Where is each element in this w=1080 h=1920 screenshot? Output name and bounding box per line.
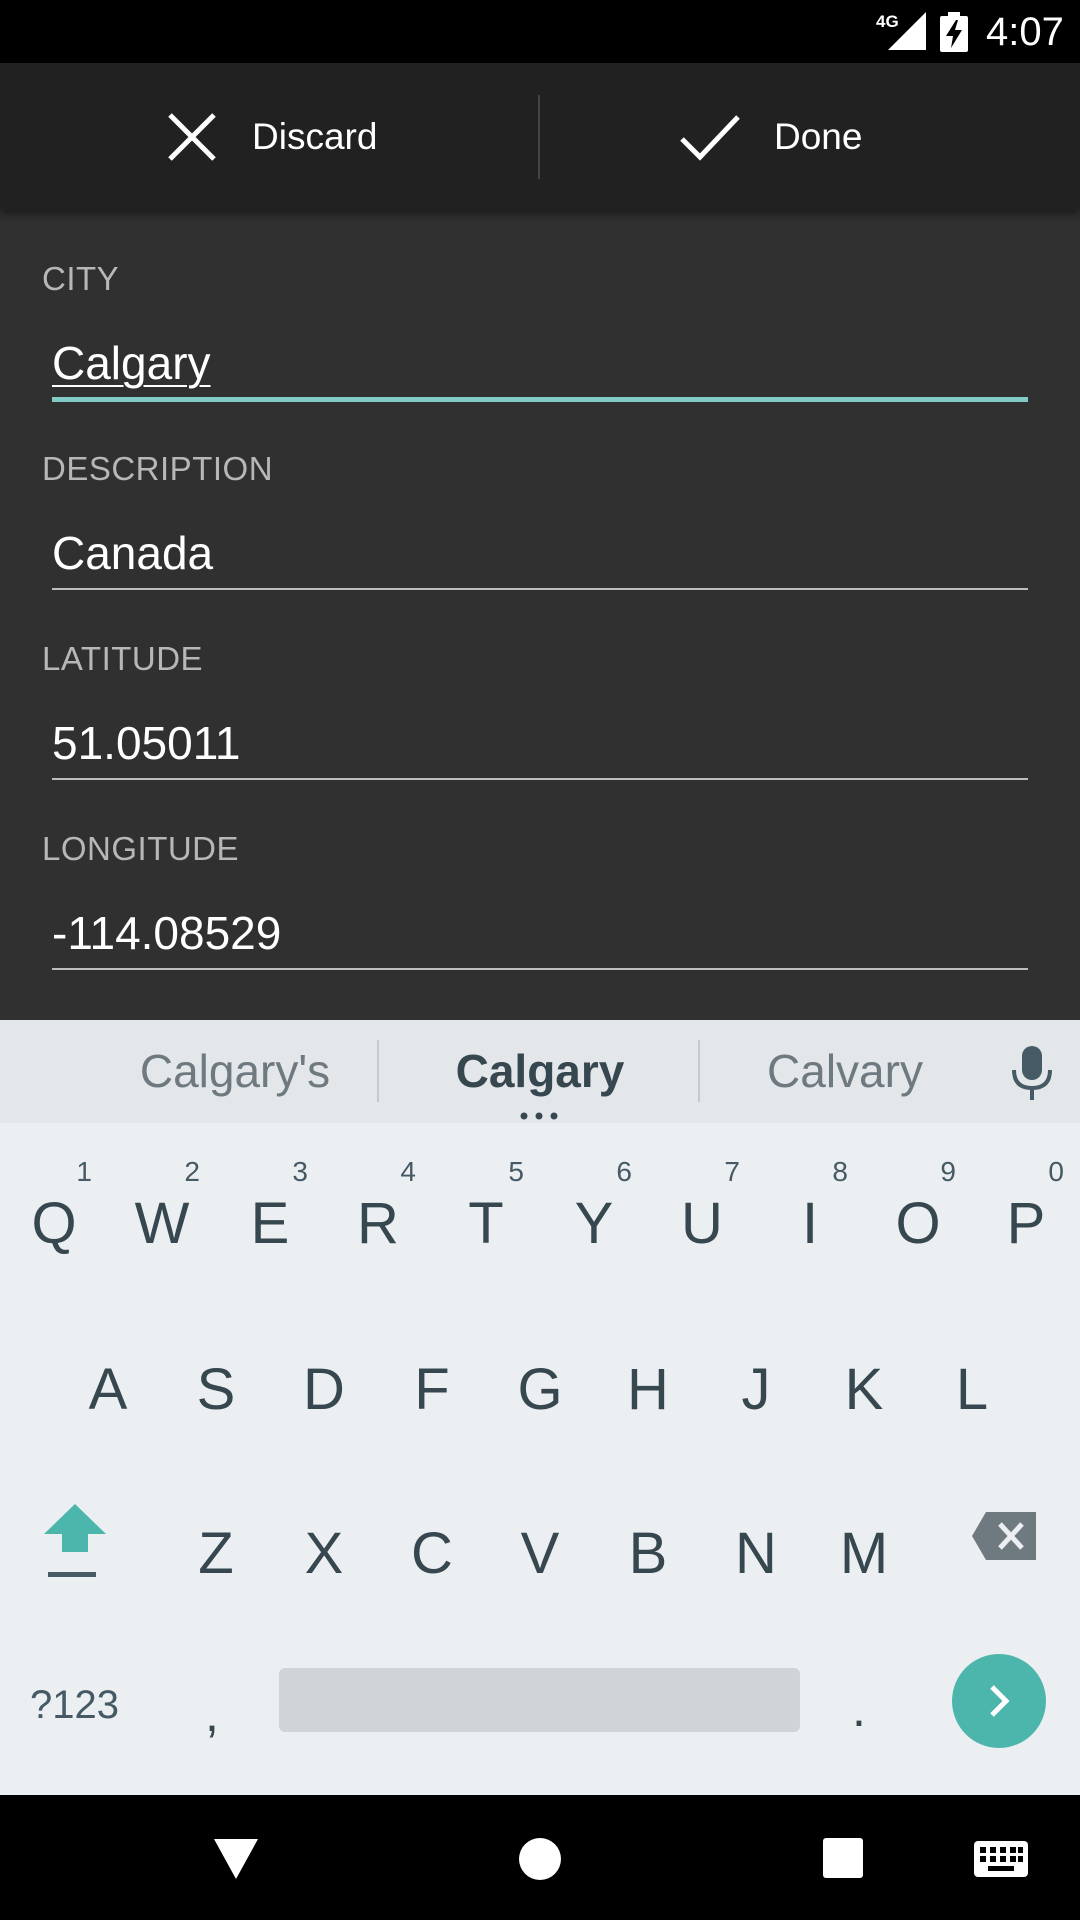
done-button[interactable]: Done	[678, 63, 862, 210]
key-letter: I	[801, 1191, 819, 1256]
description-input-underline	[52, 588, 1028, 590]
key-letter: W	[134, 1191, 190, 1256]
key-letter: P	[1006, 1191, 1046, 1256]
key-x[interactable]: X	[270, 1494, 378, 1614]
battery-charging-icon	[940, 12, 968, 52]
key-letter: Q	[31, 1191, 77, 1256]
key-n[interactable]: N	[702, 1494, 810, 1614]
discard-label: Discard	[252, 115, 378, 157]
close-icon	[168, 112, 216, 161]
go-button[interactable]	[952, 1654, 1046, 1748]
latitude-input-underline	[52, 778, 1028, 780]
key-number-hint: 8	[832, 1156, 848, 1187]
description-label: DESCRIPTION	[42, 450, 274, 487]
soft-keyboard: Calgary's Calgary Calvary Q1W2E3R4T5Y6U7…	[0, 1020, 1080, 1795]
key-m[interactable]: M	[810, 1494, 918, 1614]
key-f[interactable]: F	[378, 1330, 486, 1450]
key-u[interactable]: U7	[648, 1156, 756, 1284]
key-y[interactable]: Y6	[540, 1156, 648, 1284]
key-number-hint: 0	[1048, 1156, 1064, 1187]
key-letter: E	[250, 1191, 290, 1256]
back-triangle-icon[interactable]	[214, 1839, 258, 1879]
key-letter: R	[357, 1191, 399, 1256]
latitude-label: LATITUDE	[42, 640, 204, 677]
navigation-bar	[0, 1795, 1080, 1920]
action-divider	[538, 95, 540, 179]
longitude-input-underline	[52, 968, 1028, 970]
key-h[interactable]: H	[594, 1330, 702, 1450]
recents-square-icon[interactable]	[823, 1838, 863, 1878]
key-w[interactable]: W2	[108, 1156, 216, 1284]
status-bar: 4G 4:07	[0, 0, 1080, 63]
key-c[interactable]: C	[378, 1494, 486, 1614]
city-label: CITY	[42, 260, 120, 297]
longitude-input[interactable]: -114.08529	[52, 906, 281, 960]
key-number-hint: 4	[400, 1156, 416, 1187]
discard-button[interactable]: Discard	[164, 63, 377, 210]
more-suggestions-icon	[520, 1112, 558, 1120]
longitude-label: LONGITUDE	[42, 830, 240, 867]
suggestion-left[interactable]: Calgary's	[120, 1020, 350, 1123]
backspace-icon[interactable]	[972, 1512, 1036, 1560]
key-k[interactable]: K	[810, 1330, 918, 1450]
key-z[interactable]: Z	[162, 1494, 270, 1614]
suggestion-center[interactable]: Calgary	[400, 1020, 680, 1123]
home-circle-icon[interactable]	[518, 1837, 562, 1881]
suggestion-strip: Calgary's Calgary Calvary	[0, 1020, 1080, 1123]
key-p[interactable]: P0	[972, 1156, 1080, 1284]
key-l[interactable]: L	[918, 1330, 1026, 1450]
key-number-hint: 3	[292, 1156, 308, 1187]
key-i[interactable]: I8	[756, 1156, 864, 1284]
key-number-hint: 7	[724, 1156, 740, 1187]
key-r[interactable]: R4	[324, 1156, 432, 1284]
suggestion-divider	[377, 1040, 379, 1102]
check-icon	[680, 114, 740, 161]
key-number-hint: 2	[184, 1156, 200, 1187]
key-b[interactable]: B	[594, 1494, 702, 1614]
key-number-hint: 5	[508, 1156, 524, 1187]
key-letter: O	[895, 1191, 941, 1256]
key-number-hint: 1	[76, 1156, 92, 1187]
suggestion-right[interactable]: Calvary	[730, 1020, 960, 1123]
key-o[interactable]: O9	[864, 1156, 972, 1284]
key-j[interactable]: J	[702, 1330, 810, 1450]
chevron-right-icon	[990, 1685, 1010, 1717]
key-number-hint: 9	[940, 1156, 956, 1187]
clock: 4:07	[986, 10, 1064, 54]
key-s[interactable]: S	[162, 1330, 270, 1450]
key-letter: U	[681, 1191, 723, 1256]
key-q[interactable]: Q1	[0, 1156, 108, 1284]
key-letter: Y	[574, 1191, 614, 1256]
key-e[interactable]: E3	[216, 1156, 324, 1284]
keyboard-icon[interactable]	[974, 1841, 1028, 1877]
done-label: Done	[774, 115, 863, 157]
key-d[interactable]: D	[270, 1330, 378, 1450]
key-a[interactable]: A	[54, 1330, 162, 1450]
key-v[interactable]: V	[486, 1494, 594, 1614]
city-input-underline	[52, 397, 1028, 402]
latitude-input[interactable]: 51.05011	[52, 716, 240, 770]
action-bar: Discard Done	[0, 63, 1080, 210]
symbols-key[interactable]: ?123	[30, 1680, 119, 1730]
city-input[interactable]: Calgary	[52, 336, 211, 390]
key-number-hint: 6	[616, 1156, 632, 1187]
key-g[interactable]: G	[486, 1330, 594, 1450]
location-form: CITY Calgary DESCRIPTION Canada LATITUDE…	[0, 210, 1080, 1020]
cell-signal-icon	[888, 12, 926, 50]
microphone-icon[interactable]	[1010, 1046, 1054, 1100]
space-bar[interactable]	[279, 1668, 800, 1732]
key-t[interactable]: T5	[432, 1156, 540, 1284]
key-letter: T	[468, 1191, 504, 1256]
suggestion-divider	[698, 1040, 700, 1102]
shift-icon[interactable]	[42, 1500, 108, 1578]
comma-key[interactable]: ,	[205, 1685, 219, 1743]
period-key[interactable]: .	[852, 1680, 866, 1738]
description-input[interactable]: Canada	[52, 526, 213, 580]
